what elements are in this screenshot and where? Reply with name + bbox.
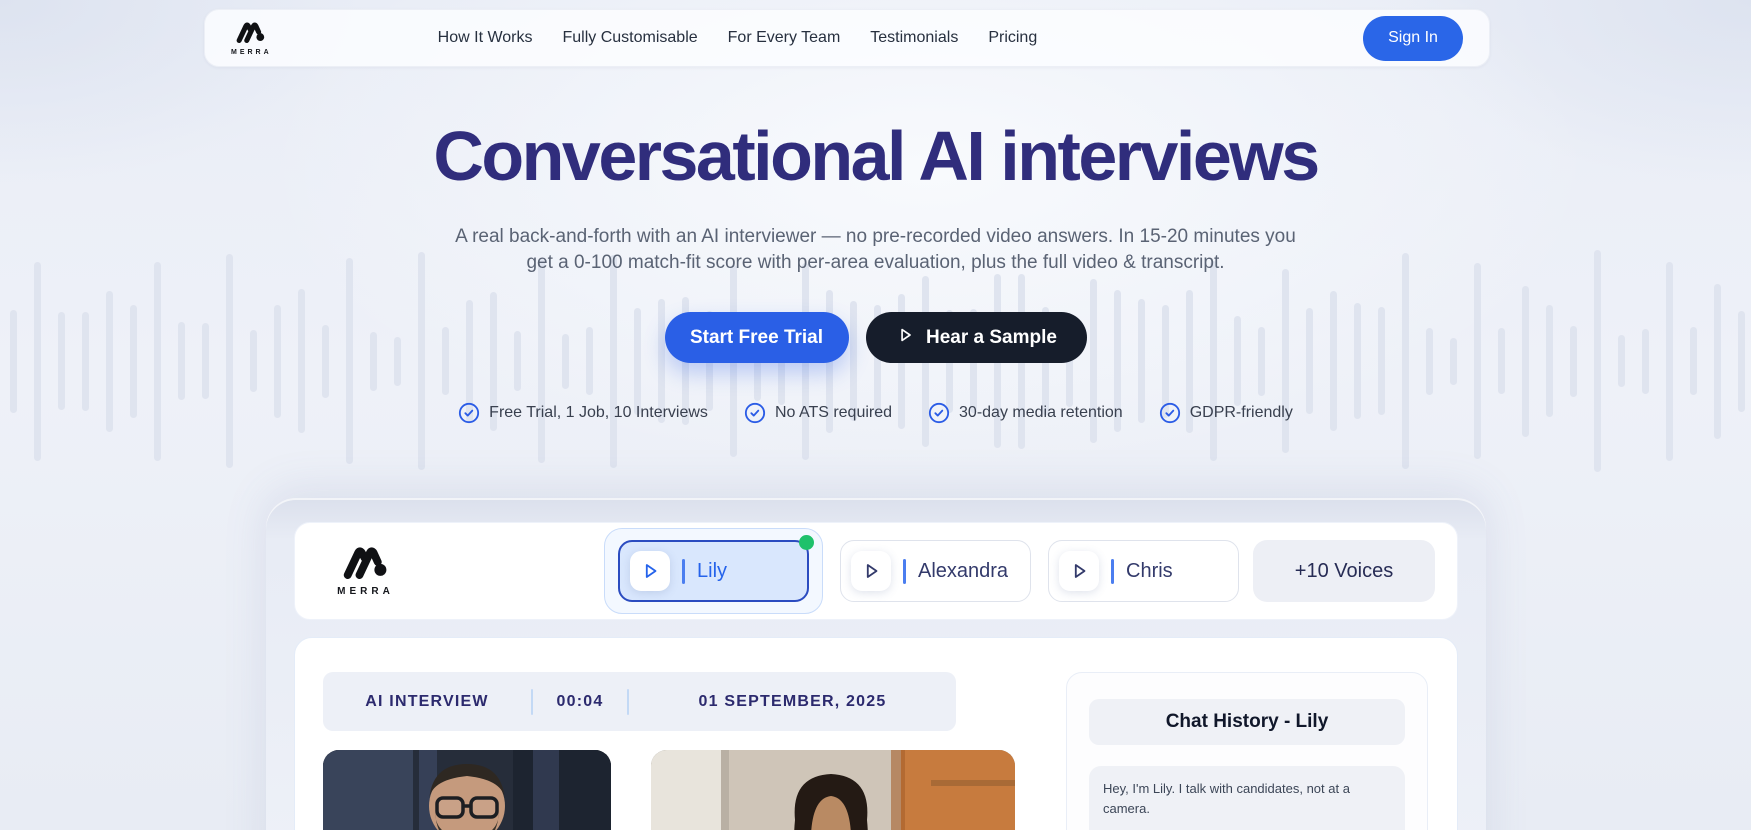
online-status-dot xyxy=(799,535,814,550)
mountain-logo-icon xyxy=(236,21,266,48)
voice-play-button[interactable] xyxy=(851,551,891,591)
check-circle-icon xyxy=(928,402,950,424)
voice-name: Alexandra xyxy=(918,560,1008,583)
feature-label: GDPR-friendly xyxy=(1190,404,1293,422)
demo-brand-name: MERRA xyxy=(337,586,394,597)
hero-subtitle: A real back-and-forth with an AI intervi… xyxy=(441,224,1311,276)
feature-label: 30-day media retention xyxy=(959,404,1123,422)
nav-links: How It Works Fully Customisable For Ever… xyxy=(438,29,1038,47)
start-free-trial-button[interactable]: Start Free Trial xyxy=(665,312,849,363)
interviewee-video-man xyxy=(323,750,611,830)
nav-link-testimonials[interactable]: Testimonials xyxy=(870,29,958,47)
feature-row: Free Trial, 1 Job, 10 Interviews No ATS … xyxy=(0,402,1751,424)
demo-content-panel: AI INTERVIEW 00:04 01 SEPTEMBER, 2025 xyxy=(294,637,1458,830)
interviewee-video-woman xyxy=(651,750,1015,830)
chat-message-bubble: Hey, I'm Lily. I talk with candidates, n… xyxy=(1089,766,1405,830)
brand-name: MERRA xyxy=(231,49,272,56)
hear-a-sample-label: Hear a Sample xyxy=(926,327,1057,349)
voice-name: Lily xyxy=(697,560,727,583)
feature-label: Free Trial, 1 Job, 10 Interviews xyxy=(489,404,708,422)
mountain-logo-icon xyxy=(343,545,389,584)
feature-item-gdpr: GDPR-friendly xyxy=(1159,402,1293,424)
nav-link-how-it-works[interactable]: How It Works xyxy=(438,29,533,47)
voice-divider xyxy=(682,559,685,584)
demo-card: MERRA Lily xyxy=(266,498,1486,830)
nav-link-pricing[interactable]: Pricing xyxy=(988,29,1037,47)
demo-header-bar: MERRA Lily xyxy=(294,522,1458,620)
nav-link-fully-customisable[interactable]: Fully Customisable xyxy=(563,29,698,47)
active-voice-container: Lily xyxy=(604,528,823,614)
voice-play-button[interactable] xyxy=(1059,551,1099,591)
session-column: AI INTERVIEW 00:04 01 SEPTEMBER, 2025 xyxy=(323,672,1041,830)
more-voices-button[interactable]: +10 Voices xyxy=(1253,540,1435,602)
feature-label: No ATS required xyxy=(775,404,892,422)
session-timer: 00:04 xyxy=(533,693,627,711)
voice-name: Chris xyxy=(1126,560,1173,583)
landing-page: MERRA How It Works Fully Customisable Fo… xyxy=(0,0,1751,830)
cta-row: Start Free Trial Hear a Sample xyxy=(0,312,1751,363)
hero-title: Conversational AI interviews xyxy=(0,116,1751,196)
voice-divider xyxy=(1111,559,1114,584)
brand-logo: MERRA xyxy=(231,21,272,56)
demo-brand-logo: MERRA xyxy=(317,545,414,597)
check-circle-icon xyxy=(458,402,480,424)
feature-item-trial: Free Trial, 1 Job, 10 Interviews xyxy=(458,402,708,424)
voice-play-button[interactable] xyxy=(630,551,670,591)
check-circle-icon xyxy=(744,402,766,424)
feature-item-retention: 30-day media retention xyxy=(928,402,1123,424)
session-label: AI INTERVIEW xyxy=(323,693,531,711)
check-circle-icon xyxy=(1159,402,1181,424)
chat-history-title: Chat History - Lily xyxy=(1089,699,1405,745)
voice-pill-lily[interactable]: Lily xyxy=(618,540,809,602)
sign-in-button[interactable]: Sign In xyxy=(1363,16,1463,61)
session-date: 01 SEPTEMBER, 2025 xyxy=(629,693,956,711)
hear-a-sample-button[interactable]: Hear a Sample xyxy=(866,312,1087,363)
voice-pill-alexandra[interactable]: Alexandra xyxy=(840,540,1031,602)
session-meta-bar: AI INTERVIEW 00:04 01 SEPTEMBER, 2025 xyxy=(323,672,956,731)
feature-item-no-ats: No ATS required xyxy=(744,402,892,424)
voice-pill-chris[interactable]: Chris xyxy=(1048,540,1239,602)
chat-history-panel: Chat History - Lily Hey, I'm Lily. I tal… xyxy=(1066,672,1428,830)
play-icon xyxy=(895,325,915,351)
hero-subtitle-wrap: A real back-and-forth with an AI intervi… xyxy=(0,224,1751,276)
nav-link-for-every-team[interactable]: For Every Team xyxy=(728,29,841,47)
voice-divider xyxy=(903,559,906,584)
top-navbar: MERRA How It Works Fully Customisable Fo… xyxy=(204,9,1490,67)
video-row xyxy=(323,750,1041,830)
